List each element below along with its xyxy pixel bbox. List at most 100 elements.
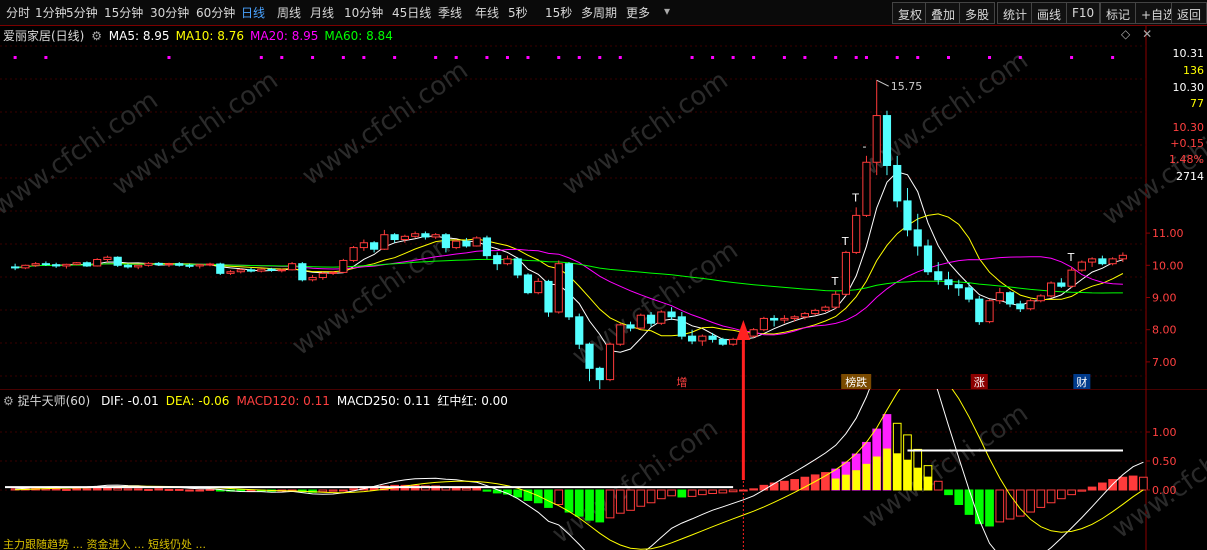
candle[interactable] — [287, 263, 297, 271]
candle[interactable] — [934, 271, 943, 281]
period-more-button[interactable]: 更多 — [626, 4, 650, 21]
candle[interactable] — [452, 240, 461, 249]
candle[interactable] — [790, 316, 799, 319]
candle[interactable] — [298, 263, 307, 281]
candlestick-chart[interactable]: www.cfchi.comwww.cfchi.com www.cfchi.com w… — [0, 26, 1207, 389]
candle[interactable] — [626, 324, 635, 329]
back-button[interactable]: 返回 — [1171, 2, 1207, 24]
candle[interactable] — [1026, 300, 1035, 310]
candle[interactable] — [718, 338, 727, 345]
candle[interactable] — [380, 234, 389, 250]
period-1m-button[interactable]: 1分钟 — [35, 4, 67, 21]
overlay-button[interactable]: 叠加 — [925, 2, 962, 24]
candle[interactable] — [821, 306, 830, 311]
candle[interactable] — [862, 161, 871, 216]
candle[interactable] — [441, 234, 451, 249]
candle[interactable] — [277, 269, 286, 272]
candle[interactable] — [575, 316, 584, 345]
candle[interactable] — [493, 255, 502, 265]
candle[interactable] — [134, 264, 143, 268]
candle[interactable] — [893, 164, 902, 202]
candle[interactable] — [913, 229, 922, 247]
candle[interactable] — [749, 329, 758, 337]
event-marker[interactable]: 榜跌 — [845, 375, 867, 389]
candle[interactable] — [708, 335, 717, 340]
candle[interactable] — [154, 262, 163, 266]
period-30m-button[interactable]: 30分钟 — [150, 4, 189, 21]
candle[interactable] — [359, 242, 368, 249]
candle[interactable] — [318, 272, 327, 279]
period-fen_shi-button[interactable]: 分时 — [6, 4, 30, 21]
candle[interactable] — [503, 258, 512, 265]
candle[interactable] — [985, 300, 994, 323]
candle[interactable] — [11, 266, 20, 269]
candle[interactable] — [339, 259, 348, 273]
candle[interactable] — [472, 237, 481, 247]
candle[interactable] — [1118, 254, 1127, 260]
f10-button[interactable]: F10 — [1066, 2, 1101, 24]
candle[interactable] — [236, 269, 245, 273]
candle[interactable] — [1098, 258, 1107, 265]
candle[interactable] — [800, 313, 809, 318]
candle[interactable] — [544, 280, 553, 313]
candle[interactable] — [103, 256, 112, 261]
candle[interactable] — [1108, 258, 1117, 265]
candle[interactable] — [82, 262, 92, 267]
candle[interactable] — [1036, 295, 1045, 302]
event-marker[interactable]: 涨 — [974, 376, 985, 389]
event-marker[interactable]: 增 — [676, 375, 687, 389]
candle[interactable] — [534, 280, 543, 294]
period-multi-button[interactable]: 多周期 — [581, 4, 617, 21]
candle[interactable] — [1057, 282, 1066, 287]
candle[interactable] — [770, 317, 779, 321]
candle[interactable] — [164, 263, 174, 266]
candle[interactable] — [513, 258, 522, 276]
candle[interactable] — [605, 343, 615, 381]
stats-button[interactable]: 统计 — [997, 2, 1034, 24]
candle[interactable] — [431, 234, 440, 238]
stock-title[interactable]: 爱丽家居(日线) — [3, 29, 84, 43]
candle[interactable] — [400, 235, 409, 241]
period-day-button[interactable]: 日线 — [241, 4, 265, 21]
candle[interactable] — [616, 324, 625, 345]
candle[interactable] — [759, 317, 768, 331]
candle[interactable] — [657, 311, 666, 324]
period-5m-button[interactable]: 5分钟 — [66, 4, 98, 21]
candle[interactable] — [923, 245, 933, 273]
candle[interactable] — [729, 338, 738, 345]
period-15m-button[interactable]: 15分钟 — [104, 4, 143, 21]
diamond-icon[interactable]: ◇ — [1121, 27, 1130, 41]
candle[interactable] — [852, 214, 861, 253]
candle[interactable] — [21, 264, 30, 269]
candle[interactable] — [1067, 269, 1076, 287]
candle[interactable] — [944, 279, 953, 286]
period-month-button[interactable]: 月线 — [310, 4, 334, 21]
candle[interactable] — [1016, 303, 1025, 310]
candle[interactable] — [1046, 282, 1056, 297]
candle[interactable] — [585, 343, 594, 369]
candle[interactable] — [882, 115, 892, 166]
close-icon[interactable]: ✕ — [1142, 27, 1152, 41]
candle[interactable] — [667, 311, 676, 318]
candle[interactable] — [257, 268, 266, 272]
period-year-button[interactable]: 年线 — [475, 4, 499, 21]
candle[interactable] — [246, 269, 256, 272]
indicator-chart[interactable]: www.cfchi.comwww.cfchi.comwww.cfchi.com … — [0, 389, 1207, 550]
candle[interactable] — [62, 263, 71, 267]
period-week-button[interactable]: 周线 — [277, 4, 301, 21]
mark-button[interactable]: 标记 — [1100, 2, 1137, 24]
candle[interactable] — [31, 263, 40, 266]
candle[interactable] — [267, 268, 276, 271]
candle[interactable] — [390, 234, 399, 241]
candle[interactable] — [113, 256, 122, 266]
indicator-settings-icon[interactable]: ⚙ — [3, 394, 14, 408]
candle[interactable] — [831, 293, 840, 308]
draw-button[interactable]: 画线 — [1031, 2, 1068, 24]
candle[interactable] — [964, 287, 974, 300]
candle[interactable] — [329, 271, 338, 274]
candle[interactable] — [370, 242, 379, 250]
candle[interactable] — [216, 263, 225, 274]
candle[interactable] — [1005, 292, 1015, 305]
candle[interactable] — [52, 264, 61, 267]
candle[interactable] — [411, 233, 420, 237]
